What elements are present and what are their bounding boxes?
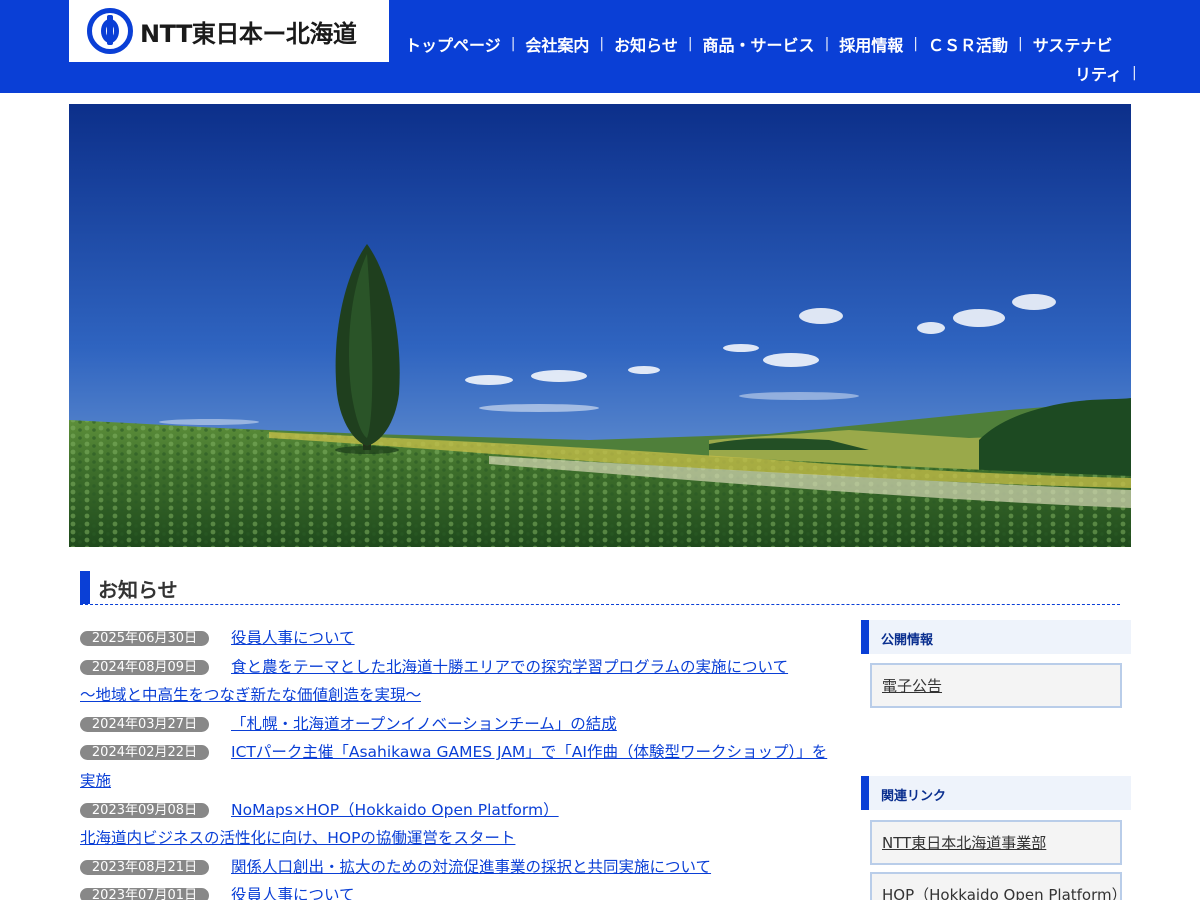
news-link-cont[interactable]: ～地域と中高生をつなぎ新たな価値創造を実現～: [80, 686, 421, 704]
date-badge: 2023年07月01日: [80, 888, 209, 900]
news-link-cont[interactable]: 北海道内ビジネスの活性化に向け、HOPの協働運営をスタート: [80, 829, 515, 847]
nav-sustainability[interactable]: サステナビ: [1023, 32, 1123, 56]
list-item: 2025年06月30日 役員人事について: [80, 624, 852, 653]
date-badge: 2024年03月27日: [80, 716, 209, 732]
news-link[interactable]: 役員人事について: [231, 629, 355, 647]
list-item: 2023年07月01日 役員人事について: [80, 881, 852, 900]
related-link-hop[interactable]: HOP（Hokkaido Open Platform）: [870, 872, 1122, 900]
related-links-title: 関連リンク: [881, 789, 947, 804]
heading-accent-bar: [861, 620, 869, 654]
global-nav: トップページ | 会社案内 | お知らせ | 商品・サービス | 採用情報 | ＣＳＲ活動…: [395, 30, 1200, 84]
news-link[interactable]: 役員人事について: [231, 886, 355, 900]
hero-image: [69, 104, 1131, 547]
nav-products[interactable]: 商品・サービス: [693, 32, 825, 56]
date-badge: 2025年06月30日: [80, 631, 209, 646]
hero-landscape: [69, 104, 1131, 547]
date-badge: 2024年08月09日: [80, 659, 209, 675]
public-info-heading: 公開情報: [861, 620, 1131, 654]
news-title: お知らせ: [98, 578, 178, 602]
nav-news[interactable]: お知らせ: [604, 32, 688, 56]
public-notice-button[interactable]: 電子公告: [870, 663, 1122, 708]
news-heading: お知らせ: [80, 571, 1120, 605]
site-logo[interactable]: NTT東日本ー北海道: [69, 0, 389, 62]
date-badge: 2023年08月21日: [80, 859, 209, 875]
news-link[interactable]: 食と農をテーマとした北海道十勝エリアでの探究学習プログラムの実施について: [231, 658, 788, 676]
heading-accent-bar: [861, 776, 869, 810]
related-links-heading: 関連リンク: [861, 776, 1131, 810]
public-info-title: 公開情報: [881, 633, 934, 648]
logo-text: NTT東日本ー北海道: [140, 19, 357, 48]
news-link[interactable]: NoMaps×HOP（Hokkaido Open Platform）: [231, 801, 559, 819]
nav-company[interactable]: 会社案内: [515, 32, 599, 56]
list-item: 2023年09月08日 NoMaps×HOP（Hokkaido Open Plat…: [80, 796, 852, 853]
date-badge: 2023年09月08日: [80, 802, 209, 818]
news-link-cont[interactable]: 実施: [80, 772, 111, 790]
news-link[interactable]: 関係人口創出・拡大のための対流促進事業の採択と共同実施について: [231, 858, 711, 876]
list-item: 2023年08月21日 関係人口創出・拡大のための対流促進事業の採択と共同実施につ…: [80, 853, 852, 882]
list-item: 2024年02月22日 ICTパーク主催「Asahikawa GAMES JAM」…: [80, 738, 852, 795]
nav-csr[interactable]: ＣＳＲ活動: [918, 32, 1018, 56]
list-item: 2024年08月09日 食と農をテーマとした北海道十勝エリアでの探究学習プログラム…: [80, 653, 852, 710]
nav-recruit[interactable]: 採用情報: [829, 32, 913, 56]
nav-sustainability-cont[interactable]: リティ: [1065, 61, 1132, 85]
news-link[interactable]: 「札幌・北海道オープンイノベーションチーム」の結成: [231, 715, 617, 733]
nav-top[interactable]: トップページ: [395, 32, 511, 56]
news-link[interactable]: ICTパーク主催「Asahikawa GAMES JAM」で「AI作曲（体験型ワ…: [231, 743, 827, 761]
site-header: NTT東日本ー北海道 トップページ | 会社案内 | お知らせ | 商品・サービス | …: [0, 0, 1200, 93]
related-link-ntt-east-hokkaido[interactable]: NTT東日本北海道事業部: [870, 820, 1122, 865]
date-badge: 2024年02月22日: [80, 745, 209, 761]
list-item: 2024年03月27日 「札幌・北海道オープンイノベーションチーム」の結成: [80, 710, 852, 739]
heading-accent-bar: [80, 571, 90, 604]
ntt-logo-icon: [87, 8, 133, 54]
news-list: 2025年06月30日 役員人事について 2024年08月09日 食と農をテーマとし…: [80, 624, 852, 900]
